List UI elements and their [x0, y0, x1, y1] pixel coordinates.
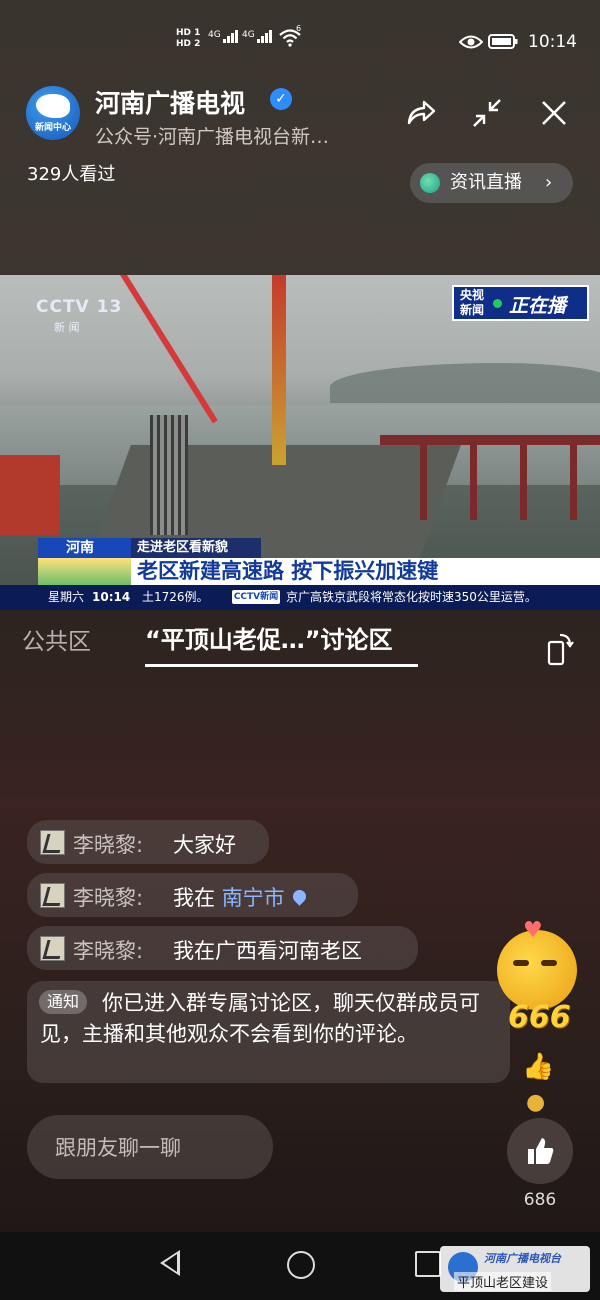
ticker-logo: CCTV新闻 [232, 590, 280, 604]
news-ticker: 河南 走进老区看新貌 老区新建高速路 按下振兴加速键 星期六 10:14 土17… [0, 538, 600, 610]
live-video-player[interactable]: CCTV 13 新 闻 央视 新闻 正在播 河南 走进老区看新貌 老区新建高速路… [0, 275, 600, 610]
minimize-icon[interactable] [470, 96, 504, 130]
clock: 10:14 [528, 32, 577, 52]
system-nav-bar: 河南广播电视台 平顶山老区建设 [0, 1232, 600, 1300]
notice-text: 你已进入群专属讨论区，聊天仅群成员可见，主播和其他观众不会看到你的评论。 [40, 991, 480, 1046]
floating-emoji-icon: ● [526, 1090, 546, 1115]
channel-avatar[interactable]: 新闻中心 [26, 86, 80, 140]
ticker-province: 河南 [38, 538, 131, 558]
chat-text: 大家好 [173, 833, 236, 857]
cctv-sub-label: 新 闻 [54, 321, 80, 334]
chat-text: 我在 [173, 886, 215, 910]
tab-discussion[interactable]: “平顶山老促…”讨论区 [145, 620, 393, 655]
recents-icon[interactable] [415, 1251, 441, 1277]
chat-username: 李晓黎: [73, 833, 144, 857]
ticker-day: 星期六 [48, 590, 85, 604]
ticker-time: 10:14 [92, 590, 131, 604]
chevron-right-icon: › [545, 172, 553, 193]
rotate-screen-icon[interactable] [546, 632, 574, 666]
eye-icon [458, 34, 484, 49]
cctv-logo: CCTV 13 [36, 297, 123, 317]
avatar [40, 883, 65, 908]
close-icon[interactable] [537, 96, 571, 130]
floating-thumbs-icon: 👍 [522, 1052, 555, 1082]
news-live-button[interactable]: 资讯直播 › [410, 163, 573, 203]
location-pin-icon [289, 887, 309, 906]
chat-username: 李晓黎: [73, 939, 144, 963]
sim-indicator: HD 1 HD 2 [176, 28, 201, 49]
chat-text: 我在广西看河南老区 [173, 939, 362, 963]
location-link[interactable]: 南宁市 [222, 886, 285, 910]
avatar [40, 936, 65, 961]
chat-username: 李晓黎: [73, 886, 144, 910]
ticker-news: 土1726例。 [142, 590, 209, 604]
chat-message[interactable]: 李晓黎: 大家好 [27, 820, 269, 864]
like-count: 686 [523, 1190, 557, 1210]
tab-public[interactable]: 公共区 [22, 622, 91, 656]
chat-input[interactable] [53, 1133, 257, 1163]
chat-input-box[interactable] [27, 1115, 273, 1179]
thumbs-up-icon [528, 1138, 554, 1164]
like-button[interactable] [507, 1118, 573, 1184]
reaction-666: 666 [508, 1000, 571, 1035]
ticker-headline: 老区新建高速路 按下振兴加速键 [131, 558, 600, 585]
on-air-badge: 央视 新闻 正在播 [452, 285, 589, 321]
globe-icon [420, 173, 440, 193]
chat-message[interactable]: 李晓黎: 我在广西看河南老区 [27, 926, 418, 970]
wifi-icon: 6 [278, 24, 302, 48]
watermark-logo: 河南广播电视台 平顶山老区建设 [440, 1246, 590, 1292]
group-notice: 通知 你已进入群专属讨论区，聊天仅群成员可见，主播和其他观众不会看到你的评论。 [27, 981, 510, 1083]
status-bar: HD 1 HD 2 4G 4G 6 10:14 [176, 24, 577, 52]
channel-subtitle[interactable]: 公众号·河南广播电视台新… [95, 122, 329, 149]
home-icon[interactable] [287, 1251, 315, 1279]
ticker-section: 走进老区看新貌 [131, 538, 261, 558]
chat-message[interactable]: 李晓黎: 我在 南宁市 [27, 873, 358, 917]
avatar [40, 830, 65, 855]
back-icon[interactable] [160, 1250, 180, 1276]
emoji-reaction-icon: ♥ [497, 918, 577, 1010]
share-icon[interactable] [403, 96, 437, 130]
viewer-count: 329人看过 [27, 164, 116, 185]
logo-icon [36, 94, 70, 118]
active-tab-indicator [145, 664, 418, 667]
battery-icon [488, 34, 518, 49]
channel-name[interactable]: 河南广播电视 [95, 84, 245, 120]
verified-icon: ✓ [270, 88, 292, 110]
ticker-news-2: 京广高铁京武段将常态化按时速350公里运营。 [286, 590, 537, 604]
